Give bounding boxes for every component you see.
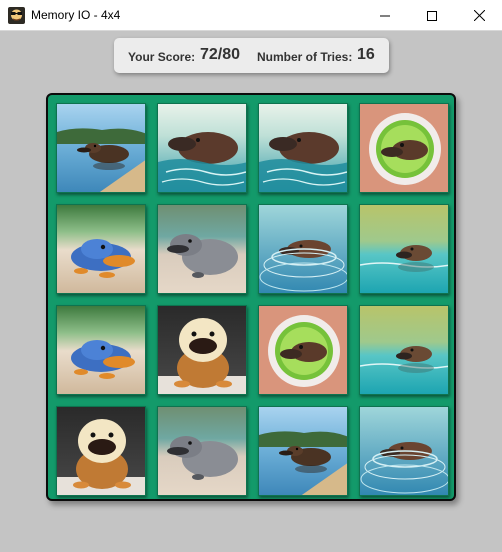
platypus-plate-bowl-image [360, 104, 448, 192]
platypus-lake-blurred-image [360, 306, 448, 394]
memory-card[interactable] [56, 204, 146, 294]
memory-card[interactable] [56, 103, 146, 193]
score-value: 72/80 [200, 46, 241, 63]
minimize-icon [380, 11, 390, 21]
memory-card[interactable] [157, 103, 247, 193]
maximize-icon [427, 10, 437, 21]
memory-card[interactable] [359, 103, 449, 193]
memory-card[interactable] [56, 406, 146, 496]
platypus-lake-dock-image [259, 407, 347, 495]
platypus-blue-toy-image [57, 205, 145, 293]
platypus-swimming-close-image [259, 104, 347, 192]
memory-card[interactable] [359, 204, 449, 294]
memory-card[interactable] [157, 204, 247, 294]
platypus-cartoon-cream-image [158, 306, 246, 394]
score-label: Your Score: [128, 50, 196, 64]
platypus-blue-toy-image [57, 306, 145, 394]
platypus-plush-grey-image [158, 205, 246, 293]
memory-card[interactable] [157, 305, 247, 395]
memory-board [46, 93, 456, 501]
tries-label: Number of Tries: [257, 50, 353, 64]
memory-card[interactable] [359, 305, 449, 395]
minimize-button[interactable] [362, 0, 408, 31]
platypus-cartoon-cream-image [57, 407, 145, 495]
memory-card[interactable] [56, 305, 146, 395]
memory-card[interactable] [157, 406, 247, 496]
memory-card[interactable] [359, 406, 449, 496]
platypus-plate-bowl-image [259, 306, 347, 394]
platypus-lake-blurred-image [360, 205, 448, 293]
title-bar: Memory IO - 4x4 [0, 0, 502, 31]
platypus-swimming-close-image [158, 104, 246, 192]
platypus-plush-grey-image [158, 407, 246, 495]
window-title: Memory IO - 4x4 [31, 8, 121, 22]
platypus-swimming-ripples-image [360, 407, 448, 495]
platypus-lake-dock-image [57, 104, 145, 192]
close-icon [473, 10, 485, 21]
game-app-icon [8, 7, 25, 24]
memory-card[interactable] [258, 305, 348, 395]
memory-card[interactable] [258, 406, 348, 496]
tries-value: 16 [357, 46, 375, 63]
close-button[interactable] [456, 0, 502, 31]
memory-card[interactable] [258, 103, 348, 193]
memory-card[interactable] [258, 204, 348, 294]
score-panel: Your Score: 72/80 Number of Tries: 16 [114, 38, 389, 73]
platypus-swimming-ripples-image [259, 205, 347, 293]
maximize-button[interactable] [409, 0, 455, 31]
